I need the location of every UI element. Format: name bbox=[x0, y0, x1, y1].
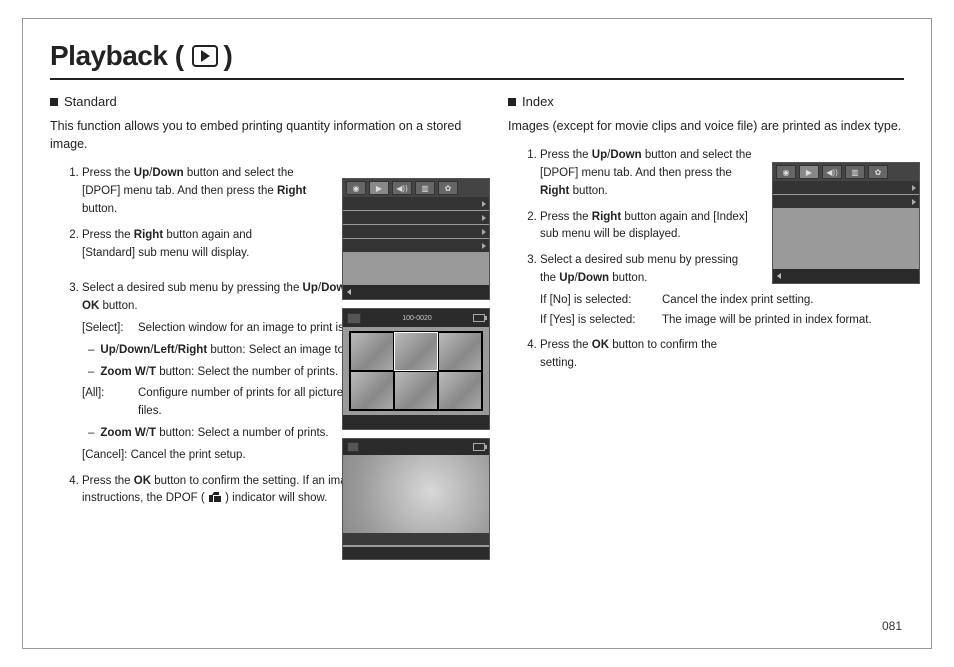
playback-icon bbox=[192, 45, 218, 67]
play-mode-icon bbox=[347, 313, 361, 324]
chevron-right-icon bbox=[482, 243, 486, 249]
battery-icon bbox=[473, 443, 485, 451]
tab-icon-camera: ◉ bbox=[776, 165, 796, 179]
menu-row bbox=[343, 197, 489, 210]
thumb-bottom-bar bbox=[343, 415, 489, 429]
dpof-indicator-icon bbox=[208, 491, 222, 503]
chevron-right-icon bbox=[912, 199, 916, 205]
tab-icon-settings: ✿ bbox=[438, 181, 458, 195]
menu-row bbox=[773, 195, 919, 208]
chevron-right-icon bbox=[912, 185, 916, 191]
thumbnail bbox=[439, 372, 481, 409]
tab-icon-display: ▥ bbox=[845, 165, 865, 179]
tab-icon-play: ▶ bbox=[369, 181, 389, 195]
camera-screens-left: ◉ ▶ ◀)) ▥ ✿ 100-0020 bbox=[342, 178, 490, 560]
thumbnail bbox=[439, 333, 481, 370]
thumbnail-grid bbox=[349, 331, 483, 411]
overlay-bar bbox=[343, 533, 489, 545]
chevron-right-icon bbox=[482, 229, 486, 235]
play-mode-icon bbox=[347, 442, 359, 452]
menu-row bbox=[343, 239, 489, 252]
page-number: 081 bbox=[882, 619, 902, 633]
camera-screen-menu-index: ◉ ▶ ◀)) ▥ ✿ bbox=[772, 162, 920, 284]
chevron-right-icon bbox=[482, 201, 486, 207]
overlay-bar bbox=[343, 547, 489, 559]
camera-screen-single bbox=[342, 438, 490, 560]
menu-bottom-bar bbox=[343, 285, 489, 299]
thumbnail bbox=[351, 372, 393, 409]
back-icon bbox=[347, 289, 351, 295]
menu-row bbox=[343, 211, 489, 224]
back-icon bbox=[777, 273, 781, 279]
battery-icon bbox=[473, 314, 485, 322]
thumbnail bbox=[395, 372, 437, 409]
tab-icon-play: ▶ bbox=[799, 165, 819, 179]
camera-screen-menu: ◉ ▶ ◀)) ▥ ✿ bbox=[342, 178, 490, 300]
tab-icon-sound: ◀)) bbox=[822, 165, 842, 179]
menu-bottom-bar bbox=[773, 269, 919, 283]
tab-icon-settings: ✿ bbox=[868, 165, 888, 179]
chevron-right-icon bbox=[482, 215, 486, 221]
thumbnail-selected bbox=[395, 333, 437, 370]
thumbnail bbox=[351, 333, 393, 370]
tab-icon-display: ▥ bbox=[415, 181, 435, 195]
photo-preview bbox=[343, 455, 489, 545]
file-counter: 100-0020 bbox=[402, 315, 432, 322]
menu-row bbox=[773, 181, 919, 194]
tab-icon-camera: ◉ bbox=[346, 181, 366, 195]
menu-tabbar: ◉ ▶ ◀)) ▥ ✿ bbox=[343, 179, 489, 197]
menu-tabbar: ◉ ▶ ◀)) ▥ ✿ bbox=[773, 163, 919, 181]
camera-screens-right: ◉ ▶ ◀)) ▥ ✿ bbox=[772, 162, 920, 284]
tab-icon-sound: ◀)) bbox=[392, 181, 412, 195]
camera-screen-thumbnails: 100-0020 bbox=[342, 308, 490, 430]
menu-row bbox=[343, 225, 489, 238]
